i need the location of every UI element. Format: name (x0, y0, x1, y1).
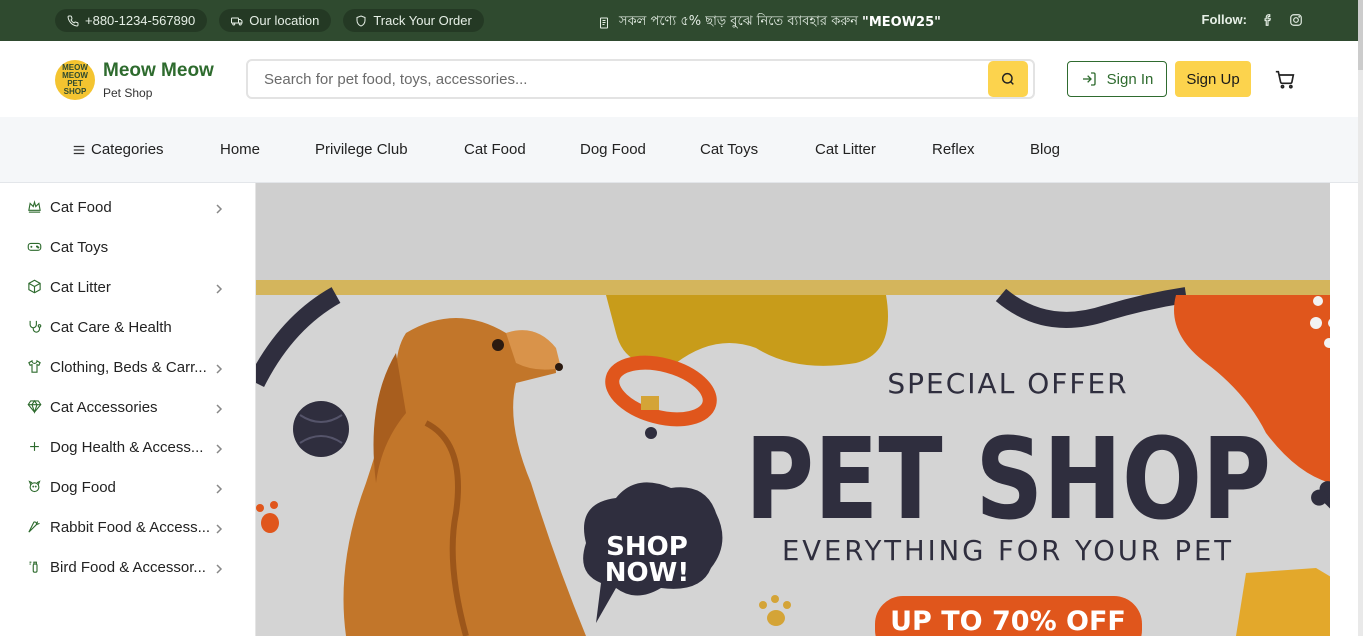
sidebar-item-cat-care-health[interactable]: Cat Care & Health (27, 317, 227, 337)
login-icon (1082, 72, 1096, 86)
nav-blog[interactable]: Blog (1030, 141, 1060, 158)
chevron-right-icon (215, 281, 223, 294)
shield-icon (356, 14, 366, 27)
brand-subtitle: Pet Shop (103, 86, 153, 100)
main-header: MEOW MEOW PET SHOP Meow Meow Pet Shop Si… (0, 41, 1358, 117)
facebook-icon[interactable] (1261, 13, 1275, 27)
sidebar-item-cat-litter[interactable]: Cat Litter (27, 277, 227, 297)
social-follow: Follow: (1202, 12, 1304, 27)
brand[interactable]: Meow Meow Pet Shop (103, 60, 214, 100)
receipt-icon (600, 17, 608, 28)
sidebar-item-label: Bird Food & Accessor... (50, 558, 206, 576)
phone-number: +880-1234-567890 (85, 13, 196, 28)
sidebar-item-label: Cat Care & Health (50, 318, 172, 336)
promo-code: "MEOW25" (862, 15, 941, 30)
track-order-pill[interactable]: Track Your Order (343, 9, 484, 32)
logo-text: MEOW MEOW PET SHOP (62, 63, 88, 96)
food-bag-icon (1236, 568, 1330, 636)
sign-in-button[interactable]: Sign In (1067, 61, 1167, 97)
menu-icon (73, 145, 85, 154)
chevron-right-icon (215, 201, 223, 214)
location-pill[interactable]: Our location (219, 9, 332, 32)
sidebar-item-label: Dog Food (50, 478, 116, 496)
truck-icon (231, 17, 243, 25)
shirt-icon (27, 359, 43, 375)
search-icon (1001, 72, 1014, 85)
chevron-right-icon (215, 561, 223, 574)
sign-in-label: Sign In (1106, 70, 1154, 88)
banner-tagline: EVERYTHING FOR YOUR PET (782, 534, 1234, 567)
carrot-icon (27, 519, 43, 535)
chevron-right-icon (215, 441, 223, 454)
crown-icon (27, 199, 43, 215)
chevron-right-icon (215, 361, 223, 374)
cart-button[interactable] (1275, 70, 1295, 90)
nav-reflex[interactable]: Reflex (932, 141, 975, 158)
nav-cat-toys[interactable]: Cat Toys (700, 141, 758, 158)
search-button[interactable] (988, 61, 1028, 97)
nav-home[interactable]: Home (220, 141, 260, 158)
sidebar-item-cat-accessories[interactable]: Cat Accessories (27, 397, 227, 417)
sidebar-item-rabbit-food[interactable]: Rabbit Food & Access... (27, 517, 227, 537)
main-nav: Categories Home Privilege Club Cat Food … (0, 117, 1358, 183)
sidebar-item-label: Dog Health & Access... (50, 438, 204, 456)
sidebar-item-cat-toys[interactable]: Cat Toys (27, 237, 227, 257)
banner-pet-shop: PET SHOP (745, 415, 1271, 545)
sidebar-item-cat-food[interactable]: Cat Food (27, 197, 227, 217)
nav-cat-litter[interactable]: Cat Litter (815, 141, 876, 158)
sidebar-item-dog-health[interactable]: Dog Health & Access... (27, 437, 227, 457)
nav-categories-label: Categories (91, 141, 164, 158)
scrollbar[interactable] (1358, 0, 1363, 636)
sign-up-button[interactable]: Sign Up (1175, 61, 1251, 97)
dog-icon (27, 479, 43, 495)
sidebar-item-label: Rabbit Food & Access... (50, 518, 211, 536)
stethoscope-icon (27, 319, 43, 335)
search-input[interactable] (264, 70, 988, 88)
nav-categories[interactable]: Categories (72, 141, 164, 158)
cta-button[interactable]: UP TO 70% OFF (875, 596, 1142, 636)
page-margin (1330, 183, 1358, 636)
sidebar-item-label: Cat Accessories (50, 398, 158, 416)
brand-name: Meow Meow (103, 60, 214, 81)
cta-label: UP TO 70% OFF (890, 606, 1126, 636)
chevron-right-icon (215, 521, 223, 534)
sidebar-item-bird-food[interactable]: Bird Food & Accessor... (27, 557, 227, 577)
logo[interactable]: MEOW MEOW PET SHOP (55, 60, 95, 100)
box-icon (27, 279, 43, 295)
phone-icon (67, 14, 79, 26)
sidebar-item-label: Cat Toys (50, 238, 109, 256)
sidebar-item-clothing-beds[interactable]: Clothing, Beds & Carr... (27, 357, 227, 377)
sidebar-item-label: Cat Food (50, 198, 112, 216)
chevron-right-icon (215, 401, 223, 414)
follow-label: Follow: (1201, 12, 1248, 27)
chevron-right-icon (215, 481, 223, 494)
plus-icon (27, 439, 43, 455)
gamepad-icon (27, 239, 43, 255)
scrollbar-thumb[interactable] (1358, 0, 1363, 70)
gem-icon (27, 399, 43, 415)
ball-icon (293, 401, 349, 457)
bubble-line-2: NOW! (605, 558, 689, 588)
promo-banner: সকল পণ্যে ৫% ছাড় বুঝে নিতে ব্যাবহার করু… (598, 12, 941, 33)
promo-text: সকল পণ্যে ৫% ছাড় বুঝে নিতে ব্যাবহার করু… (619, 14, 859, 29)
hero-banner[interactable]: SHOP NOW! SPECIAL OFFER PET SHOP EVERYTH… (256, 183, 1330, 636)
bird-icon (27, 559, 43, 575)
nav-dog-food[interactable]: Dog Food (580, 141, 646, 158)
phone-pill[interactable]: +880-1234-567890 (55, 9, 208, 32)
track-order-label: Track Your Order (373, 13, 472, 28)
location-label: Our location (249, 13, 320, 28)
instagram-icon[interactable] (1289, 13, 1303, 27)
sidebar-item-label: Cat Litter (50, 278, 111, 296)
nav-cat-food[interactable]: Cat Food (464, 141, 526, 158)
banner-art: SHOP NOW! SPECIAL OFFER PET SHOP EVERYTH… (256, 183, 1330, 636)
category-sidebar: Cat Food Cat Toys Cat Litter Cat Care & … (0, 183, 256, 636)
sidebar-item-dog-food[interactable]: Dog Food (27, 477, 227, 497)
sign-up-label: Sign Up (1186, 70, 1240, 88)
sidebar-item-label: Clothing, Beds & Carr... (50, 358, 207, 376)
cart-icon (1275, 70, 1295, 89)
banner-special-offer: SPECIAL OFFER (887, 367, 1128, 400)
nav-privilege-club[interactable]: Privilege Club (315, 141, 408, 158)
search-bar (246, 59, 1035, 99)
